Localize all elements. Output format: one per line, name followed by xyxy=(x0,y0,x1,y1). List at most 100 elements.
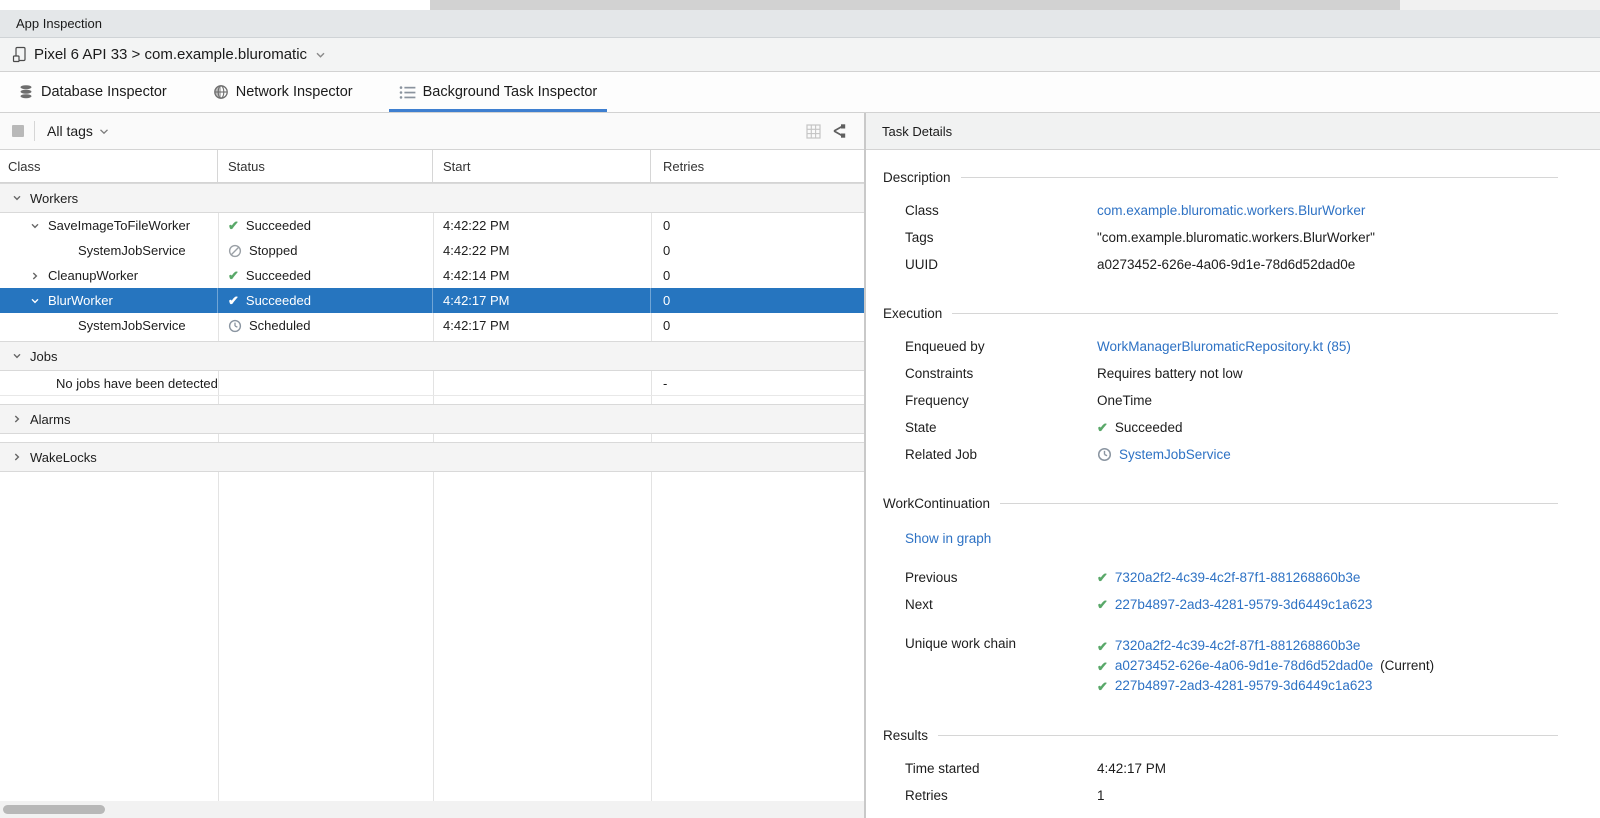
list-icon xyxy=(399,85,416,100)
stop-inspection-icon[interactable] xyxy=(12,125,24,137)
group-row-wakelocks[interactable]: WakeLocks xyxy=(0,442,864,472)
check-icon: ✔ xyxy=(1097,660,1108,673)
tag-filter-label: All tags xyxy=(47,123,93,139)
related-job-link[interactable]: SystemJobService xyxy=(1119,447,1231,462)
detail-row-tags: Tags "com.example.bluromatic.workers.Blu… xyxy=(866,224,1600,251)
start-time: 4:42:17 PM xyxy=(433,288,651,313)
chevron-down-icon xyxy=(30,296,40,306)
column-header-retries[interactable]: Retries xyxy=(651,150,864,182)
detail-label: Class xyxy=(905,203,1097,218)
chevron-down-icon xyxy=(315,51,326,59)
chain-work-link[interactable]: 227b4897-2ad3-4281-9579-3d6449c1a623 xyxy=(1115,676,1372,696)
detail-label: Unique work chain xyxy=(905,636,1097,651)
column-header-status[interactable]: Status xyxy=(218,150,433,182)
tags-value: "com.example.bluromatic.workers.BlurWork… xyxy=(1097,230,1375,245)
table-header-row: Class Status Start Retries xyxy=(0,150,864,183)
retries-count: 0 xyxy=(651,213,864,238)
group-row-jobs[interactable]: Jobs xyxy=(0,341,864,371)
chevron-down-icon xyxy=(12,193,22,203)
group-label: Workers xyxy=(30,191,78,206)
table-row-job-child[interactable]: SystemJobService Scheduled 4:42:17 PM 0 xyxy=(0,313,864,338)
detail-label: UUID xyxy=(905,257,1097,272)
start-time: 4:42:17 PM xyxy=(433,313,651,338)
current-marker: (Current) xyxy=(1380,656,1434,676)
worker-class-name: SaveImageToFileWorker xyxy=(48,218,190,233)
next-work-link[interactable]: 227b4897-2ad3-4281-9579-3d6449c1a623 xyxy=(1115,597,1372,612)
group-row-alarms[interactable]: Alarms xyxy=(0,404,864,434)
graph-view-icon xyxy=(831,123,847,139)
detail-label: Tags xyxy=(905,230,1097,245)
enqueued-by-link[interactable]: WorkManagerBluromaticRepository.kt (85) xyxy=(1097,339,1351,354)
table-view-icon xyxy=(806,124,821,139)
check-icon: ✔ xyxy=(1097,680,1108,693)
worker-class-name: CleanupWorker xyxy=(48,268,138,283)
tag-filter-dropdown[interactable]: All tags xyxy=(47,123,109,139)
class-link[interactable]: com.example.bluromatic.workers.BlurWorke… xyxy=(1097,203,1365,218)
state-value: Succeeded xyxy=(1115,420,1183,435)
chevron-right-icon xyxy=(12,414,22,424)
graph-view-button[interactable] xyxy=(826,119,852,143)
check-icon: ✔ xyxy=(1097,598,1108,611)
table-row-worker-selected[interactable]: BlurWorker ✔ Succeeded 4:42:17 PM 0 xyxy=(0,288,864,313)
group-label: WakeLocks xyxy=(30,450,97,465)
table-row-worker[interactable]: SaveImageToFileWorker ✔ Succeeded 4:42:2… xyxy=(0,213,864,238)
section-rule xyxy=(938,735,1558,736)
section-rule xyxy=(952,313,1558,314)
status-text: Stopped xyxy=(249,243,297,258)
show-in-graph-link[interactable]: Show in graph xyxy=(905,531,991,546)
tab-network-inspector[interactable]: Network Inspector xyxy=(203,72,363,112)
retries-count: 0 xyxy=(651,263,864,288)
section-workcontinuation: WorkContinuation xyxy=(866,496,1600,511)
check-icon: ✔ xyxy=(1097,421,1108,434)
inspector-tab-bar: Database Inspector Network Inspector Bac… xyxy=(0,72,1600,113)
detail-label: Time started xyxy=(905,761,1097,776)
start-time: 4:42:14 PM xyxy=(433,263,651,288)
chevron-right-icon xyxy=(12,452,22,462)
chain-work-link[interactable]: 7320a2f2-4c39-4c2f-87f1-881268860b3e xyxy=(1115,636,1360,656)
column-header-start[interactable]: Start xyxy=(433,150,651,182)
tab-database-inspector[interactable]: Database Inspector xyxy=(8,72,177,112)
group-label: Jobs xyxy=(30,349,57,364)
clock-icon xyxy=(1097,447,1112,462)
task-details-header: Task Details xyxy=(866,113,1600,150)
previous-work-link[interactable]: 7320a2f2-4c39-4c2f-87f1-881268860b3e xyxy=(1115,570,1360,585)
detail-label: Constraints xyxy=(905,366,1097,381)
detail-label: State xyxy=(905,420,1097,435)
section-rule xyxy=(961,177,1558,178)
top-sliver-left xyxy=(0,0,430,10)
section-results: Results xyxy=(866,728,1600,743)
tab-label: Network Inspector xyxy=(236,84,353,100)
column-header-class[interactable]: Class xyxy=(0,150,218,182)
group-label: Alarms xyxy=(30,412,70,427)
chain-work-link-current[interactable]: a0273452-626e-4a06-9d1e-78d6d52dad0e xyxy=(1115,656,1373,676)
detail-row-unique-work-chain: Unique work chain ✔ 7320a2f2-4c39-4c2f-8… xyxy=(866,636,1600,696)
table-row-job-child[interactable]: SystemJobService Stopped 4:42:22 PM 0 xyxy=(0,238,864,263)
start-time: 4:42:22 PM xyxy=(433,238,651,263)
toolbar-separator xyxy=(34,121,35,141)
retries-count: - xyxy=(651,371,864,395)
horizontal-scrollbar[interactable] xyxy=(0,801,864,818)
globe-icon xyxy=(213,84,229,100)
detail-row-previous: Previous ✔ 7320a2f2-4c39-4c2f-87f1-88126… xyxy=(866,564,1600,591)
table-view-button[interactable] xyxy=(800,119,826,143)
stopped-icon xyxy=(228,244,242,258)
worker-class-name: BlurWorker xyxy=(48,293,113,308)
device-icon xyxy=(12,46,28,63)
section-rule xyxy=(1000,503,1558,504)
group-row-workers[interactable]: Workers xyxy=(0,183,864,213)
table-row-worker[interactable]: CleanupWorker ✔ Succeeded 4:42:14 PM 0 xyxy=(0,263,864,288)
database-icon xyxy=(18,84,34,100)
detail-row-time-started: Time started 4:42:17 PM xyxy=(866,755,1600,782)
tab-background-task-inspector[interactable]: Background Task Inspector xyxy=(389,72,608,112)
process-selector[interactable]: Pixel 6 API 33 > com.example.bluromatic xyxy=(0,38,1600,72)
detail-row-constraints: Constraints Requires battery not low xyxy=(866,360,1600,387)
check-icon: ✔ xyxy=(1097,640,1108,653)
task-details-title: Task Details xyxy=(882,124,952,139)
clock-icon xyxy=(228,319,242,333)
scrollbar-thumb[interactable] xyxy=(3,805,105,814)
check-icon: ✔ xyxy=(1097,571,1108,584)
detail-row-related-job: Related Job SystemJobService xyxy=(866,441,1600,468)
empty-info-text: No jobs have been detected. xyxy=(56,376,218,391)
task-list-toolbar: All tags xyxy=(0,113,864,150)
section-execution: Execution xyxy=(866,306,1600,321)
